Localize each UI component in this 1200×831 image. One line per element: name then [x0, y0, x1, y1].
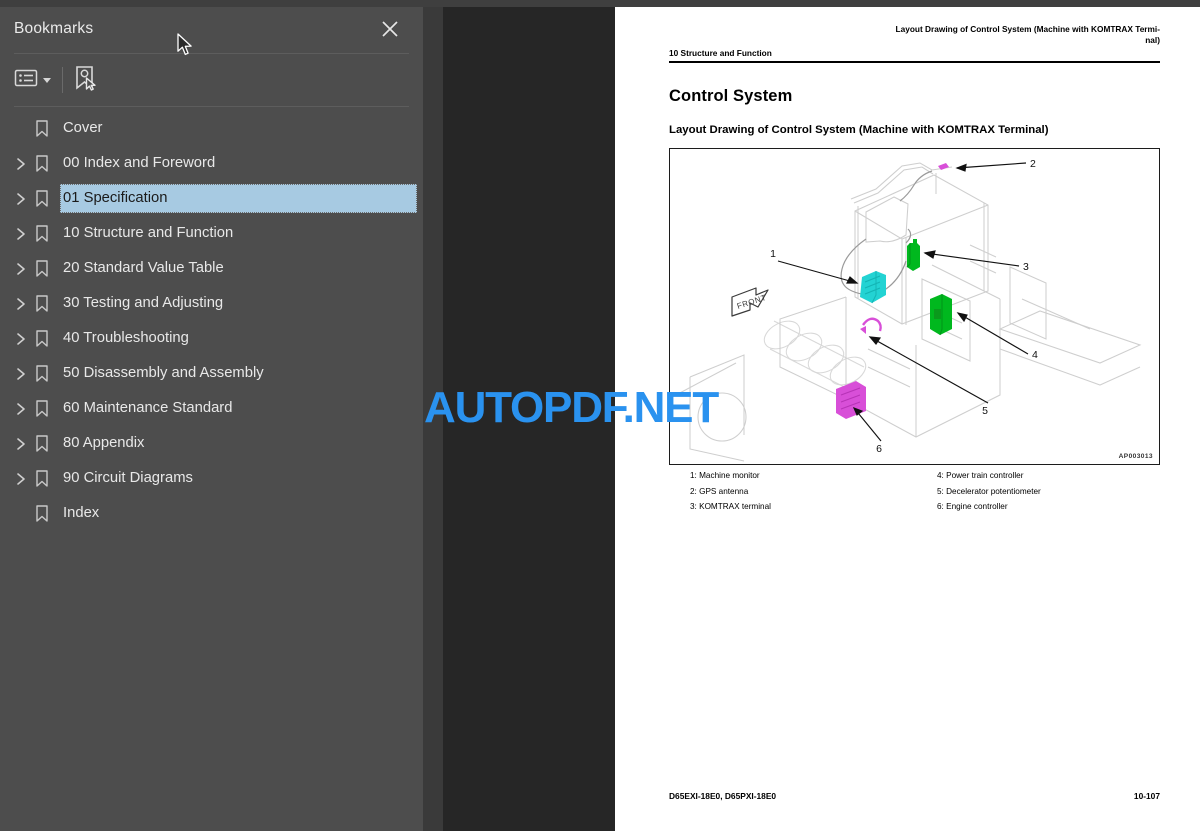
- close-icon[interactable]: [379, 18, 401, 40]
- figure-legend-item: 6: Engine controller: [937, 502, 1008, 512]
- footer-page-number: 10-107: [1133, 791, 1160, 801]
- toolbar-divider: [14, 106, 409, 107]
- bookmark-item[interactable]: 01 Specification: [0, 181, 423, 216]
- bookmark-icon: [33, 251, 51, 286]
- bookmark-icon: [33, 216, 51, 251]
- bookmark-item[interactable]: 50 Disassembly and Assembly: [0, 356, 423, 391]
- bookmark-icon: [33, 426, 51, 461]
- svg-text:1: 1: [770, 248, 776, 260]
- bookmark-icon: [33, 321, 51, 356]
- svg-text:4: 4: [1032, 349, 1038, 361]
- bookmark-icon: [33, 496, 51, 531]
- bookmark-label: 40 Troubleshooting: [63, 330, 189, 346]
- bookmark-item[interactable]: 80 Appendix: [0, 426, 423, 461]
- figure-legend-item: 1: Machine monitor: [690, 471, 760, 480]
- footer-model-numbers: D65EXI-18E0, D65PXI-18E0: [669, 791, 777, 801]
- site-watermark: AUTOPDF.NET: [424, 383, 719, 432]
- bookmark-label: Index: [63, 505, 100, 521]
- svg-text:2: 2: [1030, 158, 1036, 170]
- bookmark-label: 60 Maintenance Standard: [63, 400, 233, 416]
- chevron-right-icon[interactable]: [12, 426, 30, 461]
- figure-legend-item: 4: Power train controller: [937, 471, 1024, 480]
- chevron-right-icon[interactable]: [12, 181, 30, 216]
- toolbar-separator: [62, 67, 63, 93]
- chevron-right-icon[interactable]: [12, 251, 30, 286]
- running-header-right: Layout Drawing of Control System (Machin…: [850, 24, 1160, 46]
- svg-text:3: 3: [1023, 261, 1029, 273]
- header-rule: [669, 61, 1160, 63]
- figure-legend-item: 5: Decelerator potentiometer: [937, 486, 1041, 496]
- bookmark-icon: [33, 391, 51, 426]
- figure-reference-code: AP003013: [1118, 453, 1153, 460]
- bookmark-icon: [33, 461, 51, 496]
- figure-legend-left-column: 1: Machine monitor 2: GPS antenna 3: KOMTR…: [690, 468, 771, 515]
- bookmark-icon: [33, 356, 51, 391]
- chevron-right-icon[interactable]: [12, 321, 30, 356]
- bookmark-item[interactable]: 10 Structure and Function: [0, 216, 423, 251]
- bookmark-item[interactable]: 60 Maintenance Standard: [0, 391, 423, 426]
- bookmark-label: 00 Index and Foreword: [63, 155, 216, 171]
- bookmark-item[interactable]: 00 Index and Foreword: [0, 146, 423, 181]
- bookmark-item[interactable]: Cover: [0, 111, 423, 146]
- running-header-left: 10 Structure and Function: [669, 48, 772, 58]
- bookmark-label: 30 Testing and Adjusting: [63, 295, 224, 311]
- svg-text:6: 6: [876, 443, 882, 455]
- mouse-pointer-icon: [177, 33, 194, 57]
- component-engine-controller: [836, 381, 866, 419]
- bookmarks-panel: Bookmarks Cover 00 Index and Foreword 01…: [0, 7, 423, 831]
- chevron-right-icon[interactable]: [12, 461, 30, 496]
- chevron-right-icon[interactable]: [12, 286, 30, 321]
- chevron-down-icon: [43, 77, 51, 83]
- pdf-viewer-window: Bookmarks Cover 00 Index and Foreword 01…: [0, 0, 1200, 831]
- figure-legend-right-column: 4: Power train controller 5: Decelerator …: [937, 468, 1041, 515]
- bookmark-label: 01 Specification: [63, 190, 168, 206]
- component-power-train-controller: [930, 294, 952, 336]
- component-komtrax-terminal: [906, 239, 920, 271]
- bookmark-icon: [33, 146, 51, 181]
- chevron-right-icon[interactable]: [12, 391, 30, 426]
- bookmark-label: 50 Disassembly and Assembly: [63, 365, 264, 381]
- new-bookmark-icon: [72, 65, 98, 96]
- figure-legend-item: 3: KOMTRAX terminal: [690, 502, 771, 512]
- svg-text:FRONT: FRONT: [736, 293, 768, 311]
- bookmark-label: 10 Structure and Function: [63, 225, 234, 241]
- component-decelerator-potentiometer: [860, 317, 882, 334]
- figure-legend-item: 2: GPS antenna: [690, 486, 749, 496]
- page-running-header: 10 Structure and Function Layout Drawing…: [669, 24, 1160, 60]
- chevron-right-icon[interactable]: [12, 216, 30, 251]
- bookmark-icon: [33, 286, 51, 321]
- page-title: Control System: [669, 87, 793, 105]
- bookmark-label: Cover: [63, 120, 103, 136]
- list-options-icon: [14, 68, 38, 93]
- running-header-right-line2: nal): [1145, 35, 1160, 45]
- bookmark-item[interactable]: 90 Circuit Diagrams: [0, 461, 423, 496]
- bookmark-label: 80 Appendix: [63, 435, 145, 451]
- bookmark-icon: [33, 181, 51, 216]
- bookmarks-toolbar: [0, 54, 423, 106]
- control-system-figure: FRONT 1 2 3 4 5 6 AP003013: [669, 148, 1160, 465]
- running-header-right-line1: Layout Drawing of Control System (Machin…: [895, 24, 1160, 34]
- new-bookmark-button[interactable]: [72, 65, 98, 95]
- chevron-right-icon[interactable]: [12, 356, 30, 391]
- bookmark-options-button[interactable]: [14, 65, 51, 95]
- component-machine-monitor: [860, 271, 886, 304]
- window-top-chrome: [0, 0, 1200, 7]
- bookmark-label: 90 Circuit Diagrams: [63, 470, 193, 486]
- svg-text:5: 5: [982, 405, 988, 417]
- panel-title: Bookmarks: [14, 20, 94, 37]
- bookmark-item[interactable]: 30 Testing and Adjusting: [0, 286, 423, 321]
- bookmark-item[interactable]: Index: [0, 496, 423, 531]
- bookmark-label: 20 Standard Value Table: [63, 260, 224, 276]
- page-subtitle: Layout Drawing of Control System (Machin…: [669, 124, 1049, 136]
- bookmark-item[interactable]: 20 Standard Value Table: [0, 251, 423, 286]
- machine-layout-drawing: FRONT 1 2 3 4 5 6: [675, 158, 1142, 462]
- bookmark-list: Cover 00 Index and Foreword 01 Specificati…: [0, 111, 423, 531]
- page-footer: D65EXI-18E0, D65PXI-18E0 10-107: [669, 791, 1160, 801]
- bookmark-icon: [33, 111, 51, 146]
- bookmarks-panel-header: Bookmarks: [0, 7, 423, 53]
- chevron-right-icon[interactable]: [12, 146, 30, 181]
- front-direction-arrow: FRONT: [731, 287, 769, 317]
- bookmark-item[interactable]: 40 Troubleshooting: [0, 321, 423, 356]
